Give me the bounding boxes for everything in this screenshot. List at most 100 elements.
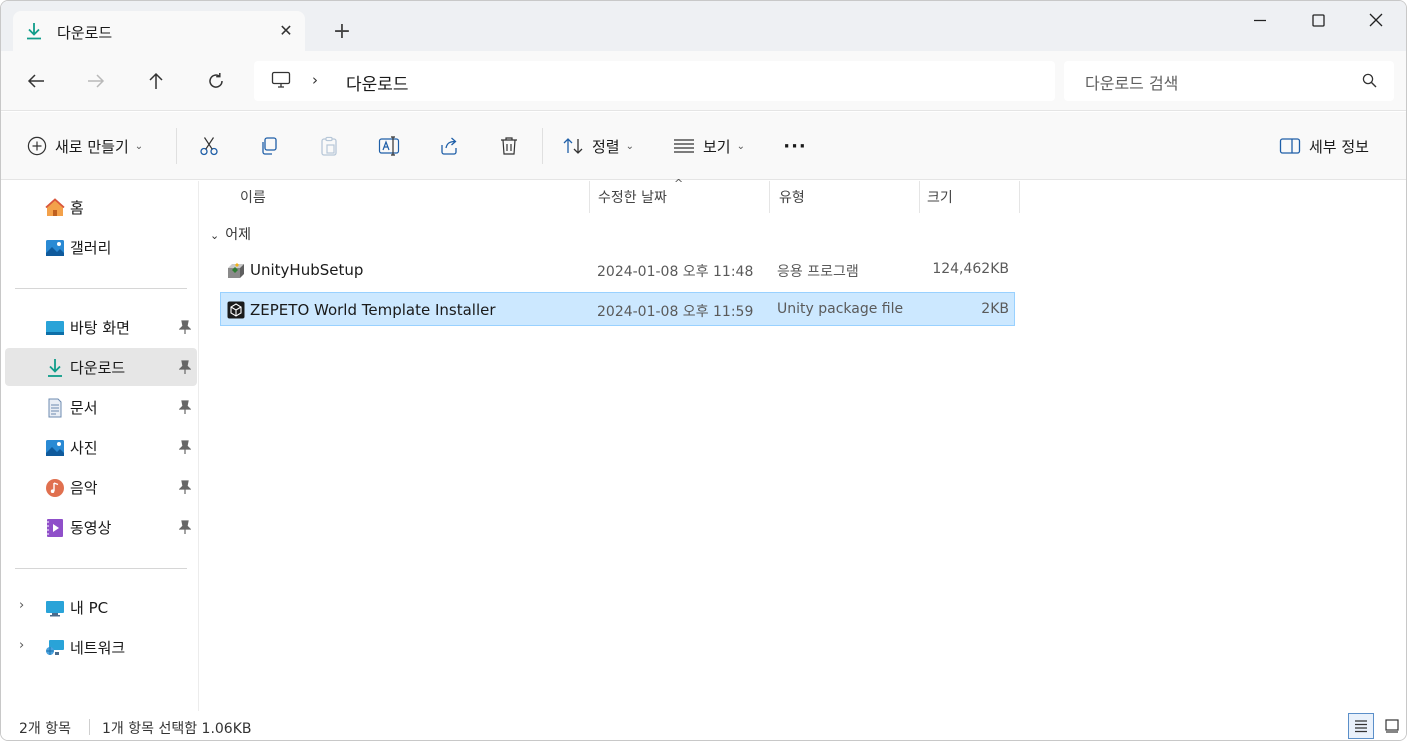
sort-ascending-icon: ^ xyxy=(674,177,684,190)
column-header-name[interactable]: 이름 xyxy=(240,187,266,207)
sidebar-item-network[interactable]: › 네트워크 xyxy=(5,628,197,666)
chevron-down-icon: ⌄ xyxy=(625,140,634,152)
back-button[interactable] xyxy=(21,66,51,96)
sidebar-item-videos[interactable]: 동영상 xyxy=(5,508,197,546)
column-divider[interactable] xyxy=(1019,181,1020,213)
new-tab-button[interactable]: + xyxy=(329,21,355,47)
chevron-right-icon[interactable]: › xyxy=(19,638,24,653)
file-modified: 2024-01-08 오후 11:48 xyxy=(597,264,754,280)
refresh-button[interactable] xyxy=(201,66,231,96)
details-pane-icon xyxy=(1279,138,1301,154)
item-count: 2개 항목 xyxy=(19,721,71,737)
file-row-selected[interactable]: ZEPETO World Template Installer 2024-01-… xyxy=(220,292,1015,326)
sort-button[interactable]: 정렬 ⌄ xyxy=(562,132,634,160)
search-icon[interactable] xyxy=(1362,73,1377,92)
maximize-button[interactable] xyxy=(1295,7,1341,33)
home-icon xyxy=(45,198,65,218)
sidebar-divider xyxy=(15,568,187,569)
unity-package-icon xyxy=(227,301,245,319)
pin-icon[interactable] xyxy=(178,360,192,378)
command-bar: 새로 만들기 ⌄ 정렬 ⌄ 보기 ⌄ ··· 세부 정보 xyxy=(1,112,1406,180)
tiles-view-button[interactable] xyxy=(1379,713,1405,739)
minimize-button[interactable] xyxy=(1237,7,1283,33)
sidebar-item-this-pc[interactable]: › 내 PC xyxy=(5,588,197,626)
pin-icon[interactable] xyxy=(178,320,192,338)
breadcrumb-downloads[interactable]: 다운로드 xyxy=(346,70,409,95)
sidebar-item-downloads[interactable]: 다운로드 xyxy=(5,348,197,386)
status-bar: 2개 항목 1개 항목 선택함 1.06KB xyxy=(1,711,1406,740)
file-type: Unity package file xyxy=(777,301,904,317)
details-view-icon xyxy=(1355,720,1367,733)
tab-title: 다운로드 xyxy=(57,24,113,42)
sidebar-item-music[interactable]: 음악 xyxy=(5,468,197,506)
installer-icon xyxy=(227,261,245,279)
up-button[interactable] xyxy=(141,66,171,96)
rename-icon xyxy=(378,136,400,156)
file-row[interactable]: UnityHubSetup 2024-01-08 오후 11:48 응용 프로그… xyxy=(220,252,1015,286)
address-field[interactable]: › 다운로드 xyxy=(254,61,1055,101)
download-icon xyxy=(25,22,43,40)
cut-button[interactable] xyxy=(195,132,223,160)
column-divider[interactable] xyxy=(919,181,920,213)
details-pane-button[interactable]: 세부 정보 xyxy=(1279,132,1369,160)
details-view-button[interactable] xyxy=(1348,713,1374,739)
new-button-label: 새로 만들기 xyxy=(55,137,129,156)
more-options-button[interactable]: ··· xyxy=(781,132,809,160)
details-pane-label: 세부 정보 xyxy=(1309,137,1369,156)
file-explorer-window: 다운로드 ✕ + › 다운로드 다운로드 검색 새로 만들기 ⌄ 정렬 ⌄ 보기… xyxy=(0,0,1407,741)
sidebar-item-pictures[interactable]: 사진 xyxy=(5,428,197,466)
delete-button[interactable] xyxy=(495,132,523,160)
file-name: UnityHubSetup xyxy=(250,261,364,279)
tiles-view-icon xyxy=(1385,719,1399,733)
group-header-yesterday[interactable]: ⌄ 어제 xyxy=(210,224,251,244)
column-header-size[interactable]: 크기 xyxy=(927,187,953,207)
column-divider[interactable] xyxy=(589,181,590,213)
column-header-modified[interactable]: 수정한 날짜 xyxy=(598,187,667,207)
network-icon xyxy=(45,638,65,658)
close-window-button[interactable] xyxy=(1353,7,1399,33)
pin-icon[interactable] xyxy=(178,480,192,498)
tab-downloads[interactable]: 다운로드 ✕ xyxy=(13,11,305,52)
pin-icon[interactable] xyxy=(178,520,192,538)
copy-button[interactable] xyxy=(255,132,283,160)
column-divider[interactable] xyxy=(769,181,770,213)
view-button[interactable]: 보기 ⌄ xyxy=(673,132,745,160)
share-icon xyxy=(441,137,457,155)
sort-icon xyxy=(563,138,583,154)
search-input[interactable]: 다운로드 검색 xyxy=(1064,61,1394,101)
toolbar-divider xyxy=(176,128,177,164)
gallery-icon xyxy=(45,238,65,258)
file-size: 124,462KB xyxy=(932,261,1009,277)
sidebar-item-home[interactable]: 홈 xyxy=(5,188,197,226)
rename-button[interactable] xyxy=(375,132,403,160)
search-placeholder: 다운로드 검색 xyxy=(1085,74,1179,93)
file-modified: 2024-01-08 오후 11:59 xyxy=(597,304,754,320)
paste-button[interactable] xyxy=(315,132,343,160)
pin-icon[interactable] xyxy=(178,400,192,418)
column-header-type[interactable]: 유형 xyxy=(779,187,805,207)
desktop-icon xyxy=(45,318,65,338)
share-button[interactable] xyxy=(435,132,463,160)
cut-icon xyxy=(200,137,218,156)
sidebar-item-gallery[interactable]: 갤러리 xyxy=(5,228,197,266)
new-button[interactable]: 새로 만들기 ⌄ xyxy=(27,132,143,160)
computer-icon xyxy=(271,71,291,93)
trash-icon xyxy=(501,137,517,155)
this-pc-icon xyxy=(45,598,65,618)
group-label: 어제 xyxy=(225,227,251,243)
address-bar-row: › 다운로드 다운로드 검색 xyxy=(1,51,1406,111)
documents-icon xyxy=(45,398,65,418)
title-bar: 다운로드 ✕ + xyxy=(1,1,1406,52)
pin-icon[interactable] xyxy=(178,440,192,458)
chevron-right-icon[interactable]: › xyxy=(19,598,24,613)
forward-button[interactable] xyxy=(81,66,111,96)
breadcrumb-chevron-icon[interactable]: › xyxy=(312,71,318,89)
add-circle-icon xyxy=(27,136,47,156)
file-size: 2KB xyxy=(981,301,1009,317)
paste-icon xyxy=(321,136,337,156)
view-list-icon xyxy=(674,139,694,153)
sidebar-item-documents[interactable]: 문서 xyxy=(5,388,197,426)
tab-close-button[interactable]: ✕ xyxy=(275,20,297,42)
toolbar-divider xyxy=(542,128,543,164)
sidebar-item-desktop[interactable]: 바탕 화면 xyxy=(5,308,197,346)
